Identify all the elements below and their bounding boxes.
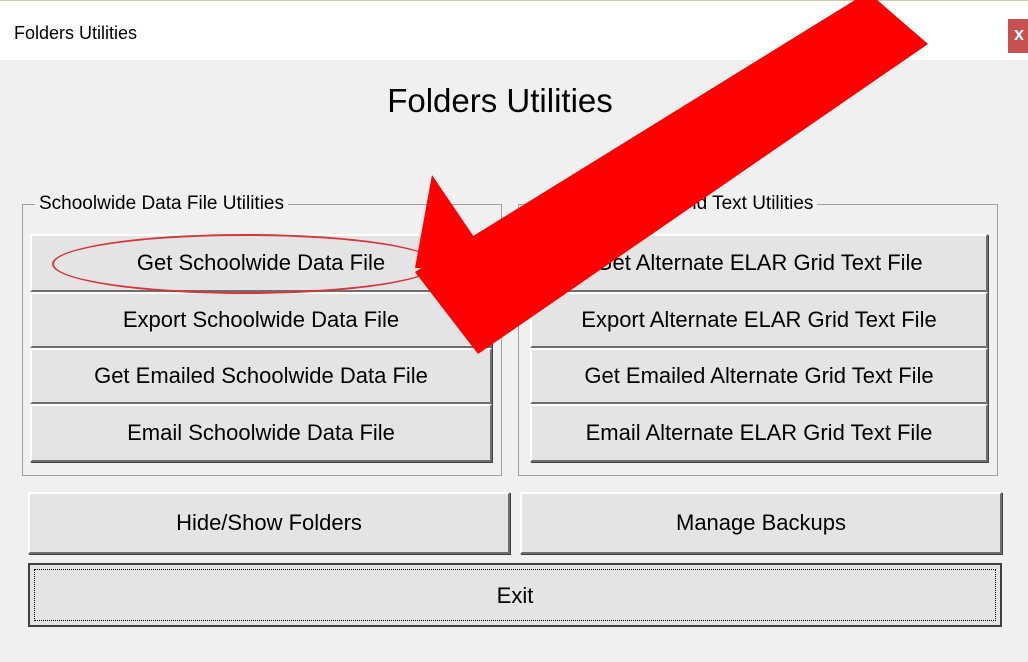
exit-button[interactable]: Exit [28,563,1002,627]
get-alternate-elar-grid-text-file-button[interactable]: Get Alternate ELAR Grid Text File [530,234,988,292]
email-schoolwide-data-file-button[interactable]: Email Schoolwide Data File [30,404,492,462]
get-schoolwide-data-file-button[interactable]: Get Schoolwide Data File [30,234,492,292]
get-emailed-alternate-grid-text-file-button[interactable]: Get Emailed Alternate Grid Text File [530,348,988,404]
window-title: Folders Utilities [14,23,138,43]
get-emailed-schoolwide-data-file-button[interactable]: Get Emailed Schoolwide Data File [30,348,492,404]
hide-show-folders-button[interactable]: Hide/Show Folders [28,492,510,554]
exit-button-label: Exit [496,583,534,608]
export-schoolwide-data-file-button[interactable]: Export Schoolwide Data File [30,292,492,348]
schoolwide-group-label: Schoolwide Data File Utilities [35,193,288,215]
close-icon: x [1014,24,1025,44]
folders-utilities-window: Folders Utilities x Folders Utilities Sc… [0,0,1028,662]
close-button[interactable]: x [1008,19,1028,53]
elar-group-label: Alternate ELAR Grid Text Utilities [531,193,818,215]
dialog-heading: Folders Utilities [387,82,613,119]
manage-backups-button[interactable]: Manage Backups [520,492,1002,554]
email-alternate-elar-grid-text-file-button[interactable]: Email Alternate ELAR Grid Text File [530,404,988,462]
exit-button-focus-rect: Exit [34,569,996,621]
export-alternate-elar-grid-text-file-button[interactable]: Export Alternate ELAR Grid Text File [530,292,988,348]
title-bar: Folders Utilities x [0,0,1028,60]
